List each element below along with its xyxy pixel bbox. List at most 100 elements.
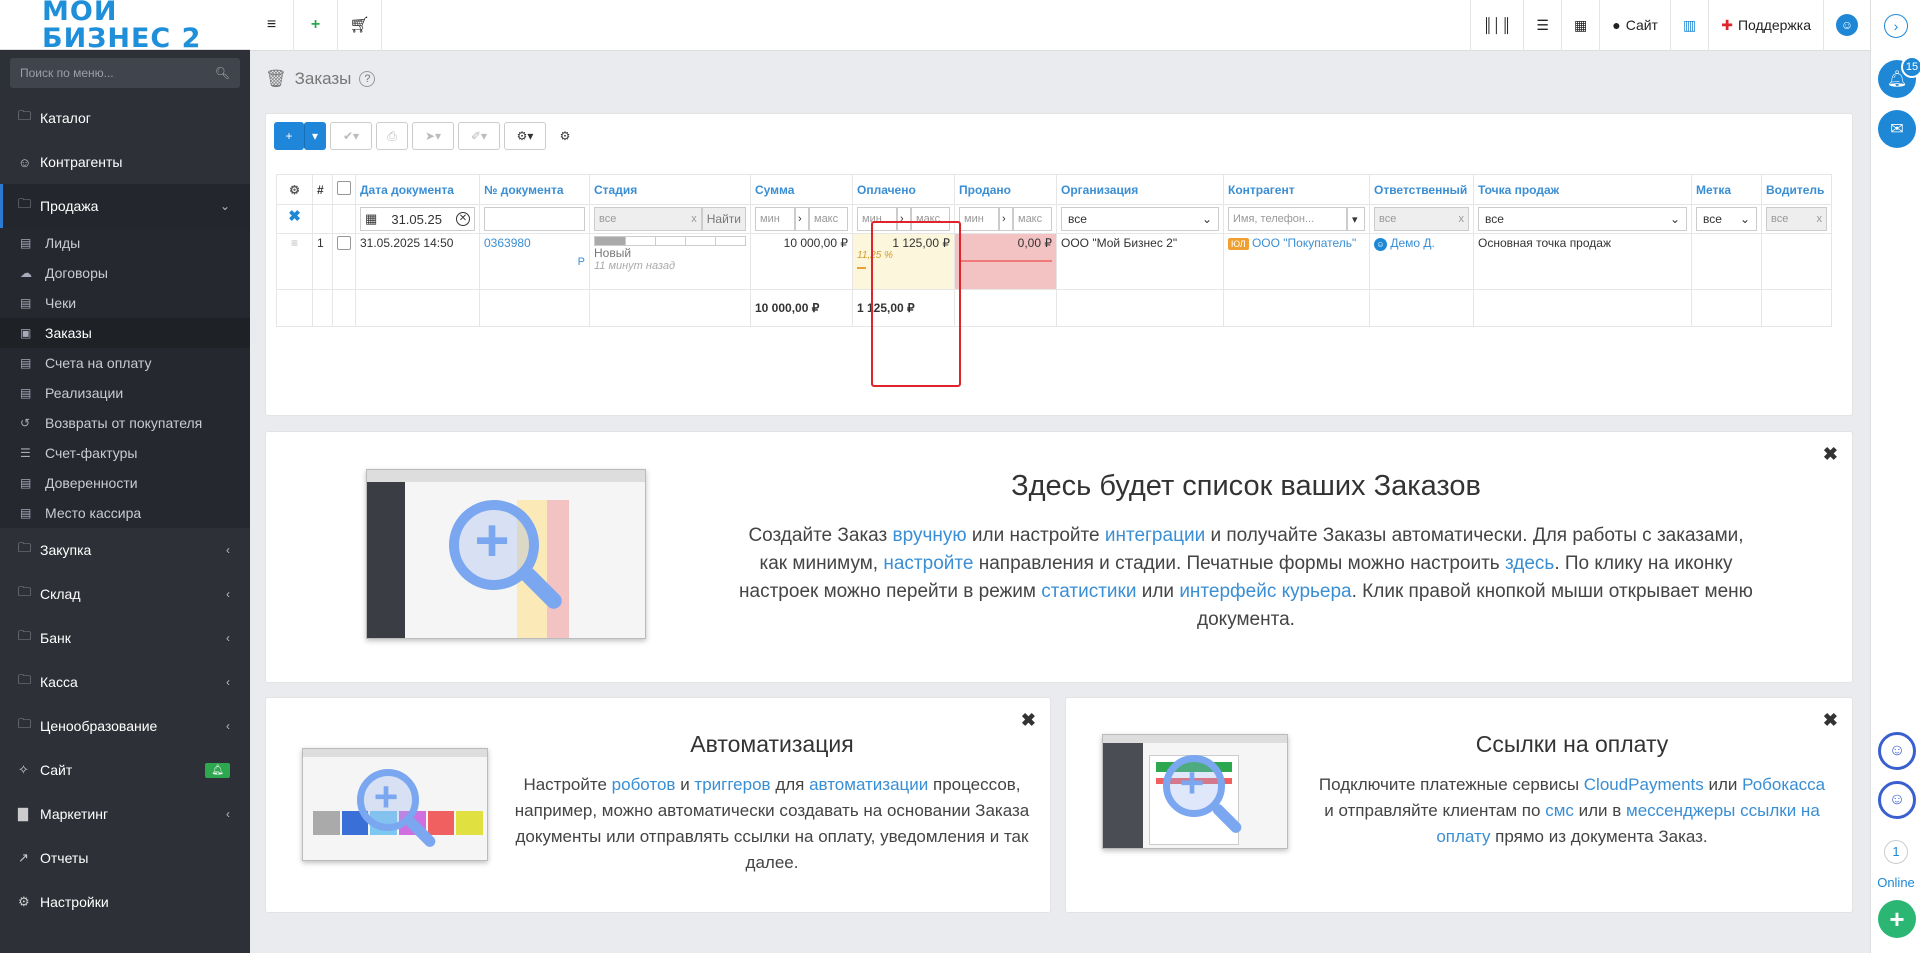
add-chat-button[interactable]: + xyxy=(1878,900,1916,938)
add-dropdown-button[interactable]: ▾ xyxy=(304,122,326,150)
col-header-driver[interactable]: Водитель xyxy=(1761,174,1832,205)
drag-handle-icon[interactable]: ≡ xyxy=(276,233,313,290)
sidebar-sub-proxies[interactable]: ▤ Доверенности xyxy=(0,468,250,498)
operator-avatar[interactable]: ☺ xyxy=(1878,732,1916,770)
mobile-icon[interactable]: ▥ xyxy=(1669,0,1708,51)
row-doc-link[interactable]: 0363980 xyxy=(484,236,531,250)
cart-icon[interactable]: 🛒︎ xyxy=(338,0,382,51)
chat-icon[interactable]: ✉ xyxy=(1878,110,1916,148)
col-header-date[interactable]: Дата документа xyxy=(355,174,480,205)
cloudpayments-link[interactable]: CloudPayments xyxy=(1584,775,1704,794)
driver-clear[interactable]: x xyxy=(1817,213,1823,225)
manual-link[interactable]: вручную xyxy=(893,525,967,546)
paid-min-input[interactable]: мин xyxy=(857,207,897,231)
row-contractor-link[interactable]: ООО "Покупатель" xyxy=(1252,236,1356,250)
sidebar-sub-leads[interactable]: ▤ Лиды xyxy=(0,228,250,258)
stage-filter[interactable]: все x xyxy=(594,207,702,231)
robots-link[interactable]: роботов xyxy=(612,775,676,794)
gears-icon[interactable]: ⚙ xyxy=(550,122,580,150)
row-checkbox[interactable] xyxy=(332,233,356,290)
sidebar-item-warehouse[interactable]: 🗀︎ Склад ‹ xyxy=(0,572,250,616)
attach-button[interactable]: ✐▾ xyxy=(458,122,500,150)
sidebar-sub-facture[interactable]: ☰ Счет-фактуры xyxy=(0,438,250,468)
search-icon[interactable]: 🔍︎ xyxy=(215,66,230,80)
date-filter[interactable]: ▦ 31.05.25 ✕ xyxy=(360,207,475,231)
col-header-sum[interactable]: Сумма xyxy=(750,174,853,205)
sidebar-item-bank[interactable]: 🗀︎ Банк ‹ xyxy=(0,616,250,660)
paid-max-input[interactable]: макс xyxy=(911,207,950,231)
sidebar-sub-realizations[interactable]: ▤ Реализации xyxy=(0,378,250,408)
approve-button[interactable]: ✔▾ xyxy=(330,122,372,150)
row-stage-cell[interactable]: Новый 11 минут назад xyxy=(589,233,751,290)
menu-search-input[interactable] xyxy=(20,66,200,80)
operator-avatar[interactable]: ☺ xyxy=(1878,781,1916,819)
chevron-right-icon[interactable]: › xyxy=(1884,14,1908,38)
col-header-stage[interactable]: Стадия xyxy=(589,174,751,205)
here-link[interactable]: здесь xyxy=(1505,553,1554,574)
doc-number-filter[interactable] xyxy=(484,207,585,231)
sidebar-sub-contracts[interactable]: ☁ Договоры xyxy=(0,258,250,288)
resp-clear[interactable]: x xyxy=(1459,213,1465,225)
configure-link[interactable]: настройте xyxy=(883,553,973,574)
col-header-responsible[interactable]: Ответственный xyxy=(1369,174,1474,205)
logo[interactable]: МОЙ БИЗНЕС 2 xyxy=(0,0,250,52)
responsible-filter[interactable]: все x xyxy=(1374,207,1469,231)
sold-min-input[interactable]: мин xyxy=(959,207,999,231)
add-button[interactable]: + xyxy=(274,122,304,150)
row-resp-link[interactable]: Демо Д. xyxy=(1390,236,1435,250)
automation-link[interactable]: автоматизации xyxy=(809,775,928,794)
sidebar-item-catalog[interactable]: 🗀︎ Каталог xyxy=(0,96,250,140)
hamburger-icon[interactable]: ≡ xyxy=(250,0,294,51)
sidebar-sub-orders[interactable]: ▣ Заказы xyxy=(0,318,250,348)
clear-circle-icon[interactable]: ✕ xyxy=(456,212,470,226)
table-row[interactable]: ≡ 1 31.05.2025 14:50 0363980 Р Новый 11 ми… xyxy=(276,233,1832,290)
calendar-icon[interactable]: ▦ xyxy=(1560,0,1599,51)
server-icon[interactable]: ☰ xyxy=(1523,0,1561,51)
user-icon[interactable]: ☺ xyxy=(1823,0,1870,51)
driver-filter[interactable]: все x xyxy=(1766,207,1827,231)
help-icon[interactable]: ? xyxy=(359,71,376,87)
site-button[interactable]: ● Сайт xyxy=(1599,0,1670,51)
select-all-checkbox[interactable] xyxy=(332,174,356,205)
col-header-sold[interactable]: Продано xyxy=(954,174,1057,205)
sidebar-item-contractors[interactable]: ☺ Контрагенты xyxy=(0,140,250,184)
send-button[interactable]: ➤▾ xyxy=(412,122,454,150)
clear-filters-icon[interactable]: ✖ xyxy=(276,204,313,234)
integrations-link[interactable]: интеграции xyxy=(1105,525,1205,546)
sidebar-sub-receipts[interactable]: ▤ Чеки xyxy=(0,288,250,318)
col-header-contractor[interactable]: Контрагент xyxy=(1223,174,1370,205)
stage-find-button[interactable]: Найти xyxy=(701,207,746,231)
close-icon[interactable]: ✖ xyxy=(1021,710,1036,731)
sidebar-item-sales[interactable]: 🗀︎ Продажа ⌄ xyxy=(0,184,250,228)
stage-clear[interactable]: x xyxy=(691,213,697,225)
col-header-paid[interactable]: Оплачено xyxy=(852,174,955,205)
org-select[interactable]: все ⌄ xyxy=(1061,207,1219,231)
sidebar-item-site[interactable]: ✧ Сайт 🔔︎ xyxy=(0,748,250,792)
print-button[interactable]: ⎙ xyxy=(376,122,408,150)
col-header-org[interactable]: Организация xyxy=(1056,174,1224,205)
sidebar-sub-returns[interactable]: ↺ Возвраты от покупателя xyxy=(0,408,250,438)
barcode-icon[interactable]: ║│║ xyxy=(1469,0,1524,51)
sidebar-item-pricing[interactable]: 🗀︎ Ценообразование ‹ xyxy=(0,704,250,748)
sidebar-sub-cashier[interactable]: ▤ Место кассира xyxy=(0,498,250,528)
triggers-link[interactable]: триггеров xyxy=(694,775,770,794)
contractor-filter[interactable]: Имя, телефон... xyxy=(1228,207,1347,231)
messengers-link[interactable]: мессенджеры xyxy=(1626,801,1735,820)
support-button[interactable]: ✚ Поддержка xyxy=(1708,0,1823,51)
point-select[interactable]: все ⌄ xyxy=(1478,207,1687,231)
close-icon[interactable]: ✖ xyxy=(1823,444,1838,465)
close-icon[interactable]: ✖ xyxy=(1823,710,1838,731)
sidebar-item-reports[interactable]: ↗ Отчеты xyxy=(0,836,250,880)
sum-min-input[interactable]: мин xyxy=(755,207,795,231)
sidebar-item-marketing[interactable]: ▇ Маркетинг ‹ xyxy=(0,792,250,836)
col-header-point[interactable]: Точка продаж xyxy=(1473,174,1692,205)
col-header-tag[interactable]: Метка xyxy=(1691,174,1762,205)
grid-settings-icon[interactable]: ⚙ xyxy=(276,174,313,205)
tag-select[interactable]: все ⌄ xyxy=(1696,207,1757,231)
col-header-doc[interactable]: № документа xyxy=(479,174,590,205)
plus-icon[interactable]: + xyxy=(294,0,338,51)
sidebar-sub-invoices[interactable]: ▤ Счета на оплату xyxy=(0,348,250,378)
sold-max-input[interactable]: макс xyxy=(1013,207,1052,231)
sms-link[interactable]: смс xyxy=(1545,801,1574,820)
sidebar-item-settings[interactable]: ⚙ Настройки xyxy=(0,880,250,924)
